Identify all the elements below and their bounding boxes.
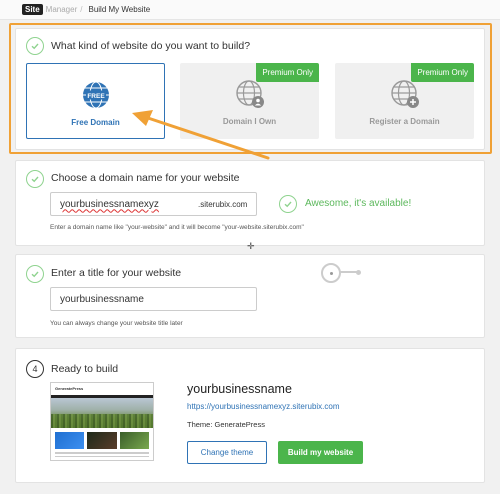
domain-suffix: .siterubix.com (198, 200, 248, 209)
step3-check-icon (26, 265, 44, 283)
title-hint: You can always change your website title… (50, 320, 183, 327)
step4-number: 4 (26, 360, 44, 378)
orange-highlight-box (9, 23, 492, 154)
move-cursor-icon: ✛ (247, 241, 255, 251)
site-theme: Theme: GeneratePress (187, 420, 265, 429)
title-input[interactable]: yourbusinessname (50, 287, 257, 311)
site-name: yourbusinessname (187, 382, 292, 396)
breadcrumb: Site Manager / Build My Website (0, 0, 500, 20)
available-check-icon (279, 195, 297, 213)
thumb-image-blue (55, 432, 85, 449)
site-url-link[interactable]: https://yourbusinessnamexyz.siterubix.co… (187, 402, 340, 411)
availability-status: Awesome, it's available! (305, 198, 412, 209)
build-website-button[interactable]: Build my website (278, 441, 363, 464)
step4-title: Ready to build (51, 363, 119, 375)
step3-title: Enter a title for your website (51, 267, 182, 279)
site-logo[interactable]: Site (22, 4, 43, 15)
domain-hint: Enter a domain name like "your-website" … (50, 224, 304, 231)
breadcrumb-separator: / (80, 5, 83, 14)
slider-knob[interactable] (321, 263, 341, 283)
thumb-image-green (119, 432, 149, 449)
thumb-brand: GeneratePress (51, 383, 153, 395)
slider-end (356, 269, 361, 275)
thumb-hero-image (51, 398, 153, 428)
step2-title: Choose a domain name for your website (51, 172, 240, 184)
thumb-image-dark (87, 432, 117, 449)
breadcrumb-current: Build My Website (88, 5, 151, 14)
breadcrumb-manager[interactable]: Manager (46, 5, 78, 14)
step2-check-icon (26, 170, 44, 188)
change-theme-button[interactable]: Change theme (187, 441, 267, 464)
theme-preview-thumbnail: GeneratePress (50, 382, 154, 461)
